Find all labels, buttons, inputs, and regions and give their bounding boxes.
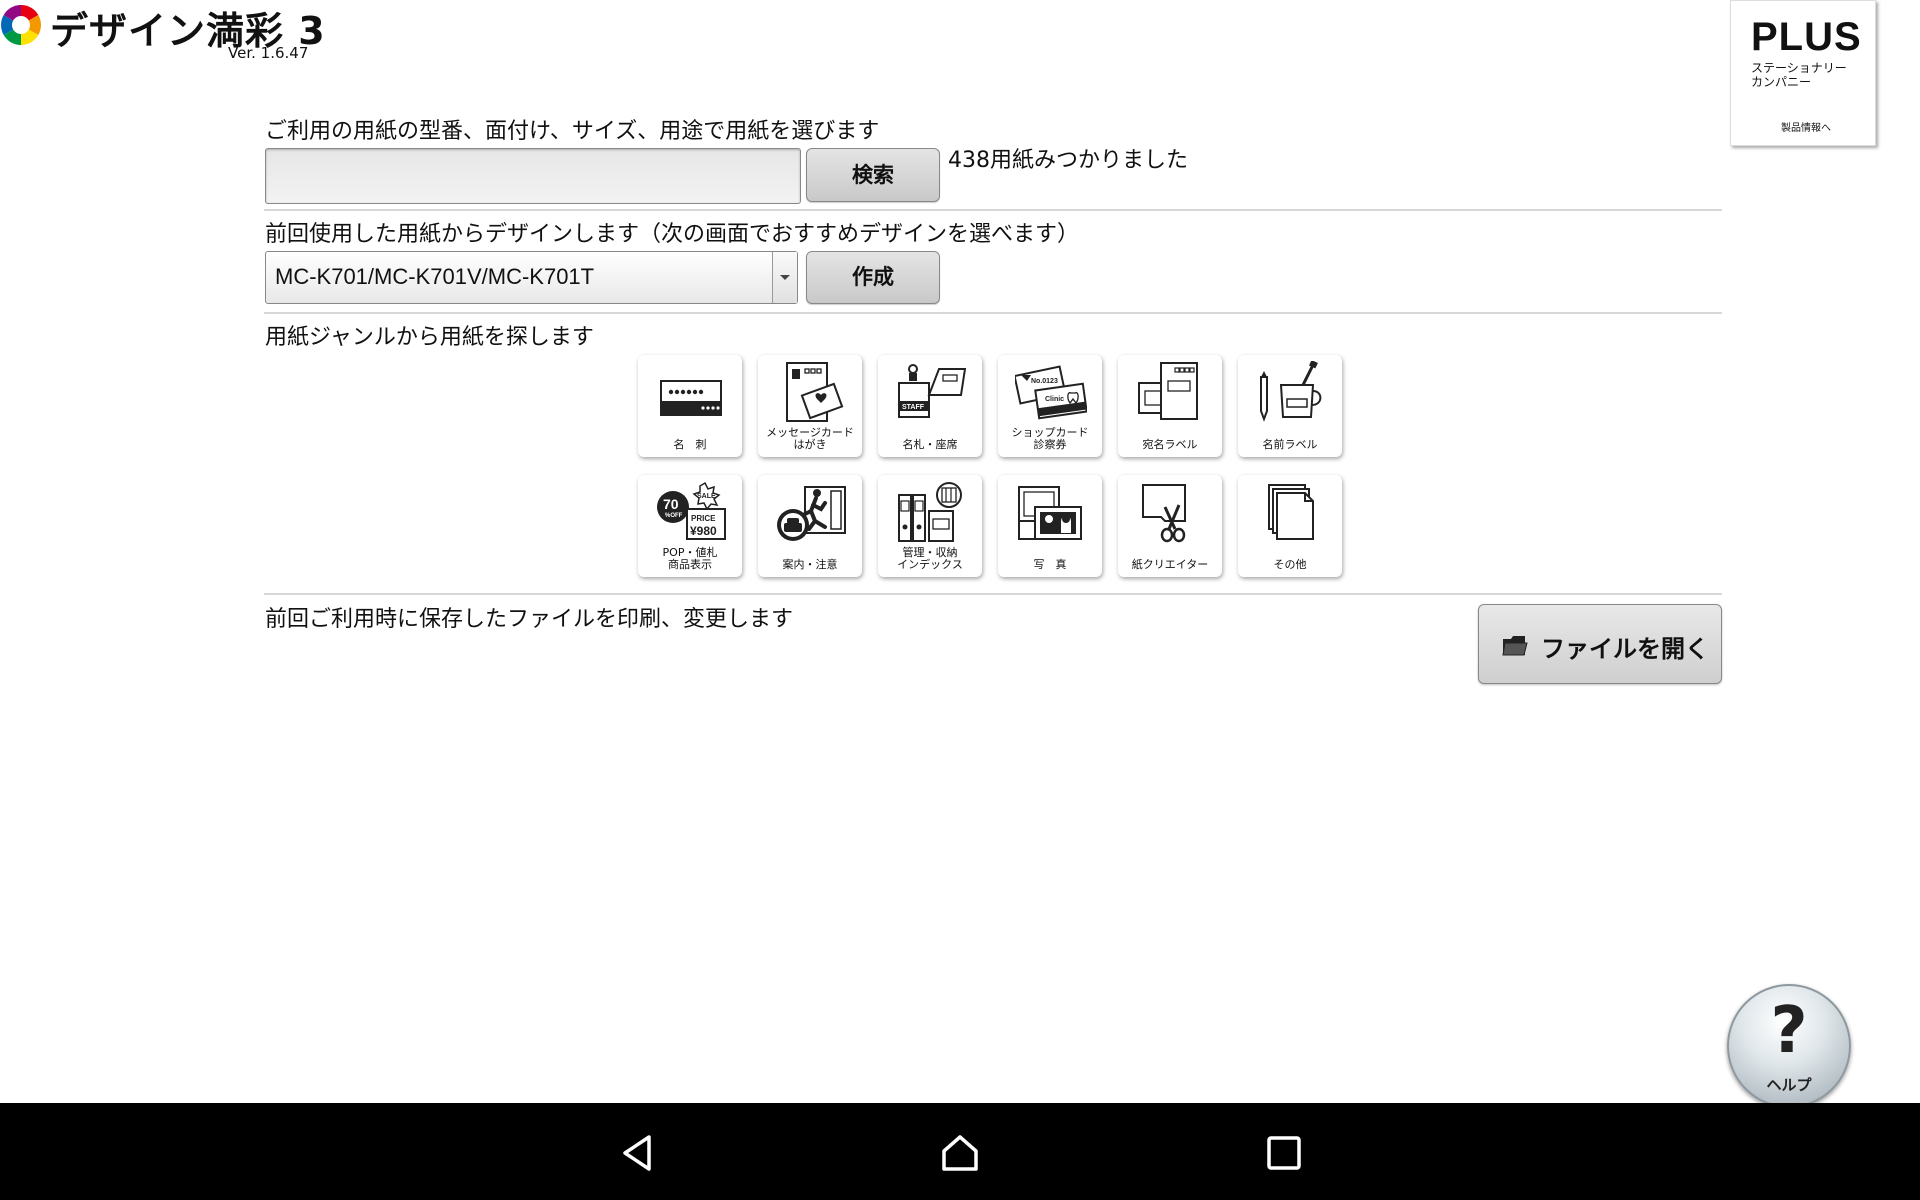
genre-tile-binder-index[interactable]: 管理・収納 インデックス: [878, 475, 982, 577]
previous-section-label: 前回使用した用紙からデザインします（次の画面でおすすめデザインを選べます）: [265, 222, 1080, 247]
product-info-link[interactable]: 製品情報へ: [1781, 119, 1831, 134]
genre-tile-message-card[interactable]: メッセージカード はがき: [758, 355, 862, 457]
genre-tile-label: POP・値札 商品表示: [662, 546, 718, 571]
search-section-label: ご利用の用紙の型番、面付け、サイズ、用途で用紙を選びます: [265, 119, 880, 144]
guide-sign-icon: [777, 486, 846, 541]
name-tag-icon: STAFF: [898, 364, 967, 418]
pop-sale-icon: 70 %OFF SALE PRICE ¥980: [657, 481, 726, 540]
divider: [264, 209, 1722, 211]
svg-text:¥980: ¥980: [690, 524, 717, 538]
genre-tile-name-tag[interactable]: STAFF 名札・座席: [878, 355, 982, 457]
svg-text:PRICE: PRICE: [691, 514, 716, 523]
business-card-icon: [660, 380, 722, 416]
genre-tile-label: 名札・座席: [902, 438, 958, 451]
saved-file-section-label: 前回ご利用時に保存したファイルを印刷、変更します: [265, 607, 794, 632]
genre-tile-paper-creator[interactable]: 紙クリエイター: [1118, 475, 1222, 577]
svg-text:%OFF: %OFF: [665, 513, 683, 519]
genre-tile-name-label[interactable]: 名前ラベル: [1238, 355, 1342, 457]
genre-section-label: 用紙ジャンルから用紙を探します: [265, 325, 594, 350]
folder-icon: [1502, 636, 1528, 656]
paper-search-input[interactable]: [265, 148, 801, 204]
app-version: Ver. 1.6.47: [228, 44, 309, 62]
selected-paper-value: MC-K701/MC-K701V/MC-K701T: [275, 264, 595, 289]
help-button[interactable]: ? ヘルプ: [1727, 984, 1851, 1108]
previous-paper-select[interactable]: MC-K701/MC-K701V/MC-K701T: [265, 251, 798, 304]
message-card-icon: [786, 362, 844, 422]
genre-tile-label: ショップカード 診察券: [1011, 426, 1089, 451]
genre-tile-photo[interactable]: 写 真: [998, 475, 1102, 577]
address-label-icon: [1138, 362, 1198, 420]
svg-text:SALE: SALE: [697, 493, 716, 500]
color-wheel-icon: [1, 5, 41, 45]
divider: [264, 312, 1722, 314]
search-result-count: 438用紙みつかりました: [948, 148, 1188, 173]
question-mark-icon: ?: [1770, 994, 1808, 1068]
create-button-label: 作成: [852, 265, 894, 289]
name-label-icon: [1260, 361, 1322, 422]
search-button-label: 検索: [852, 163, 894, 187]
photo-icon: [1018, 486, 1082, 540]
plus-product-info-card[interactable]: PLUS ステーショナリー カンパニー 製品情報へ: [1730, 0, 1876, 146]
svg-text:70: 70: [663, 496, 679, 512]
divider: [264, 593, 1722, 595]
genre-tile-label: メッセージカード はがき: [766, 426, 854, 451]
svg-text:STAFF: STAFF: [902, 404, 925, 411]
genre-tile-label: その他: [1273, 558, 1307, 571]
svg-text:Clinic: Clinic: [1045, 396, 1064, 403]
genre-tile-label: 写 真: [1033, 558, 1067, 571]
help-button-label: ヘルプ: [1766, 1076, 1812, 1094]
binder-index-icon: [898, 482, 962, 542]
genre-tile-label: 宛名ラベル: [1142, 438, 1198, 451]
genre-tile-pop[interactable]: 70 %OFF SALE PRICE ¥980 POP・値札 商品表示: [638, 475, 742, 577]
back-icon[interactable]: [617, 1133, 657, 1173]
svg-text:No.0123: No.0123: [1031, 378, 1058, 385]
open-file-button-label: ファイルを開く: [1541, 635, 1709, 663]
genre-tile-address-label[interactable]: 宛名ラベル: [1118, 355, 1222, 457]
system-navigation-bar: [0, 1103, 1920, 1200]
genre-tile-label: 名 刺: [673, 438, 707, 451]
recent-apps-icon[interactable]: [1264, 1133, 1304, 1173]
create-button[interactable]: 作成: [806, 251, 940, 304]
genre-tile-label: 案内・注意: [782, 558, 838, 571]
chevron-down-icon[interactable]: [772, 252, 797, 303]
genre-tile-business-card[interactable]: 名 刺: [638, 355, 742, 457]
genre-tile-guide[interactable]: 案内・注意: [758, 475, 862, 577]
scissors-icon: [1142, 484, 1186, 543]
brand-subtitle: ステーショナリー カンパニー: [1751, 61, 1847, 89]
home-icon[interactable]: [940, 1133, 980, 1173]
shop-card-icon: No.0123 Clinic: [1015, 365, 1087, 420]
genre-tile-label: 名前ラベル: [1262, 438, 1318, 451]
search-button[interactable]: 検索: [806, 148, 940, 202]
brand-name: PLUS: [1751, 15, 1862, 59]
open-file-button[interactable]: ファイルを開く: [1478, 604, 1722, 684]
genre-tile-label: 管理・収納 インデックス: [897, 546, 963, 571]
genre-tile-label: 紙クリエイター: [1131, 558, 1209, 571]
genre-tile-other[interactable]: その他: [1238, 475, 1342, 577]
genre-tile-shop-card[interactable]: No.0123 Clinic ショップカード 診察券: [998, 355, 1102, 457]
other-pages-icon: [1268, 484, 1314, 540]
